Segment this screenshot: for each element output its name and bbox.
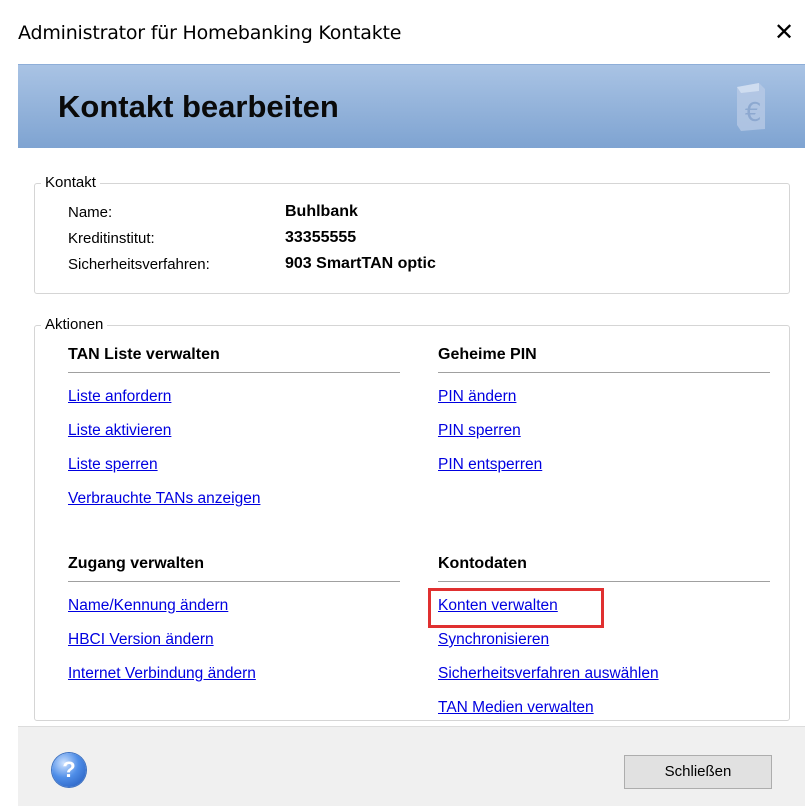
bank-value: 33355555: [285, 229, 357, 246]
name-value: Buhlbank: [285, 203, 358, 220]
tan-section-heading: TAN Liste verwalten: [68, 346, 220, 363]
block-list-link[interactable]: Liste sperren: [68, 456, 158, 474]
change-connection-link[interactable]: Internet Verbindung ändern: [68, 665, 256, 683]
activate-list-link[interactable]: Liste aktivieren: [68, 422, 171, 440]
page-title: Kontakt bearbeiten: [58, 89, 339, 124]
dialog-header: Kontakt bearbeiten €: [18, 64, 805, 149]
access-separator: [68, 581, 400, 582]
close-button[interactable]: Schließen: [624, 755, 772, 789]
highlight-box: [428, 588, 604, 628]
contact-group: Kontakt Name: Buhlbank Kreditinstitut: 3…: [34, 174, 790, 294]
change-hbci-link[interactable]: HBCI Version ändern: [68, 631, 214, 649]
synchronize-link[interactable]: Synchronisieren: [438, 631, 549, 649]
pin-section-heading: Geheime PIN: [438, 346, 537, 363]
help-icon[interactable]: ?: [52, 753, 86, 787]
access-section-heading: Zugang verwalten: [68, 555, 205, 572]
security-label: Sicherheitsverfahren:: [68, 256, 210, 273]
bank-label: Kreditinstitut:: [68, 230, 155, 247]
close-icon[interactable]: ✕: [761, 12, 807, 52]
dialog-content: Kontakt Name: Buhlbank Kreditinstitut: 3…: [18, 148, 805, 726]
name-label: Name:: [68, 204, 113, 221]
unblock-pin-link[interactable]: PIN entsperren: [438, 456, 542, 474]
pin-separator: [438, 372, 770, 373]
title-bar: Administrator für Homebanking Kontakte ✕: [0, 0, 807, 64]
actions-group: Aktionen TAN Liste verwalten Liste anfor…: [34, 316, 790, 721]
manage-tan-media-link[interactable]: TAN Medien verwalten: [438, 699, 594, 717]
security-value: 903 SmartTAN optic: [285, 255, 436, 272]
actions-legend: Aktionen: [41, 316, 108, 333]
euro-card-icon: €: [737, 83, 765, 131]
account-section-heading: Kontodaten: [438, 555, 527, 572]
account-separator: [438, 581, 770, 582]
tan-separator: [68, 372, 400, 373]
select-security-link[interactable]: Sicherheitsverfahren auswählen: [438, 665, 659, 683]
change-pin-link[interactable]: PIN ändern: [438, 388, 516, 406]
svg-text:€: €: [745, 98, 762, 128]
dialog-footer: ? Schließen: [18, 726, 805, 806]
contact-legend: Kontakt: [41, 174, 100, 191]
window-title: Administrator für Homebanking Kontakte: [18, 22, 402, 44]
used-tans-link[interactable]: Verbrauchte TANs anzeigen: [68, 490, 260, 508]
change-name-link[interactable]: Name/Kennung ändern: [68, 597, 228, 615]
request-list-link[interactable]: Liste anfordern: [68, 388, 171, 406]
block-pin-link[interactable]: PIN sperren: [438, 422, 521, 440]
